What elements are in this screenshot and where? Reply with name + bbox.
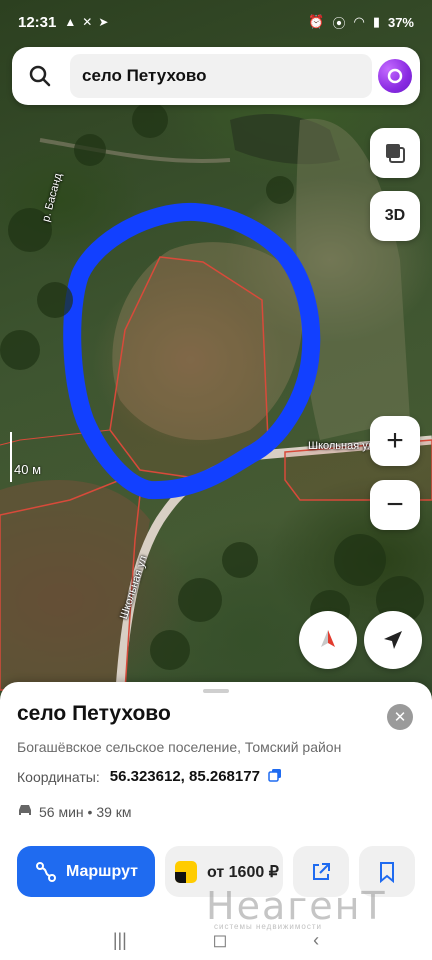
scale-bar <box>10 432 12 482</box>
close-button[interactable]: ✕ <box>387 704 413 730</box>
compass-button[interactable] <box>299 611 357 669</box>
copy-icon[interactable] <box>268 768 282 785</box>
sheet-grabber[interactable] <box>203 689 229 693</box>
search-input[interactable]: село Петухово <box>70 54 372 98</box>
alice-voice-assistant-icon[interactable] <box>378 59 412 93</box>
car-icon <box>17 803 33 820</box>
system-nav-bar: ||| ◻ ‹ <box>0 920 432 960</box>
coordinates-value[interactable]: 56.323612, 85.268177 <box>110 768 260 785</box>
telegram-icon: ➤ <box>98 15 109 29</box>
recent-apps-icon[interactable]: ||| <box>113 930 127 951</box>
zoom-in-button[interactable]: + <box>370 416 420 466</box>
yandex-go-icon <box>175 860 197 883</box>
home-icon[interactable]: ◻ <box>213 930 228 951</box>
3d-mode-button[interactable]: 3D <box>370 191 420 241</box>
place-subtitle: Богашёвское сельское поселение, Томский … <box>17 739 342 755</box>
alarm-icon: ⏰ <box>308 14 325 29</box>
status-notification-icons: ▲ ✕ ➤ <box>64 15 108 29</box>
route-button-label: Маршрут <box>65 862 139 880</box>
scale-label: 40 м <box>14 462 42 477</box>
navigation-arrow-icon <box>384 631 402 649</box>
tips-icon: ✕ <box>82 15 93 29</box>
signal-icon: ▮ <box>372 14 380 29</box>
bookmark-icon <box>380 861 394 883</box>
route-info: 56 мин • 39 км <box>17 803 132 820</box>
share-icon <box>313 862 330 880</box>
coordinates-row: Координаты: 56.323612, 85.268177 <box>17 768 282 785</box>
wifi-icon: ◠ <box>353 14 365 29</box>
back-icon[interactable]: ‹ <box>313 930 319 951</box>
status-time: 12:31 <box>18 13 57 31</box>
place-title: село Петухово <box>17 702 171 725</box>
location-icon: ⦿ <box>332 15 346 31</box>
close-icon: ✕ <box>393 709 407 726</box>
taxi-price-label: от 1600 ₽ <box>207 863 279 881</box>
compass-icon <box>321 630 335 647</box>
search-bar: село Петухово <box>12 47 420 105</box>
notification-icon: ▲ <box>64 15 77 29</box>
layers-icon <box>386 144 405 163</box>
street-label-school-1: Школьная ул <box>308 440 374 452</box>
layers-button[interactable] <box>370 128 420 178</box>
zoom-out-button[interactable]: − <box>370 480 420 530</box>
coordinates-label: Координаты: <box>17 768 100 785</box>
battery-level: 37% <box>387 14 414 30</box>
my-location-button[interactable] <box>364 611 422 669</box>
status-bar: 12:31 ▲ ✕ ➤ ⏰ ⦿ ◠ ▮ 37% <box>0 0 432 44</box>
route-icon <box>35 861 56 882</box>
search-icon[interactable] <box>20 56 60 96</box>
route-button[interactable]: Маршрут <box>17 846 155 897</box>
route-info-text: 56 мин • 39 км <box>39 803 132 820</box>
